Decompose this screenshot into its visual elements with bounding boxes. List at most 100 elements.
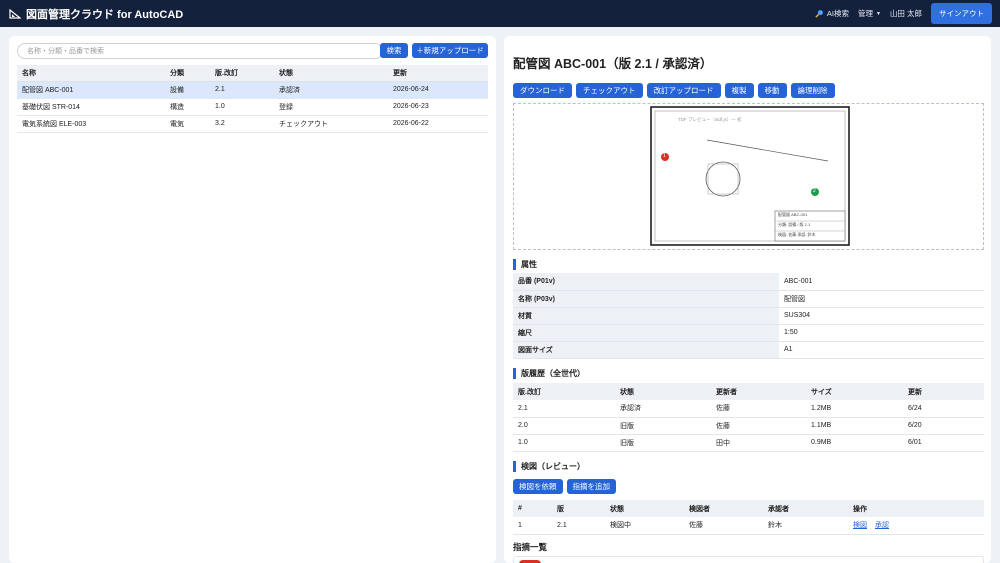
cell-updated: 2026-06-24	[388, 81, 488, 99]
user-name: 山田 太郎	[890, 8, 922, 19]
request-review-button[interactable]: 検図を依頼	[513, 479, 563, 494]
admin-menu-label: 管理	[857, 9, 873, 18]
attribute-key: 品番 (P01v)	[513, 273, 779, 291]
download-button[interactable]: ダウンロード	[513, 83, 572, 98]
drawing-preview[interactable]: TDF プレビュー（stdf.js）― 初 1 2 配管図 ABC-001 分類…	[513, 103, 984, 250]
table-row[interactable]: 2.1 承認済 佐藤 1.2MB 6/24	[513, 400, 984, 418]
checkout-button[interactable]: チェックアウト	[576, 83, 643, 98]
cell-updated: 2026-06-22	[388, 115, 488, 133]
cell-updated: 2026-06-23	[388, 98, 488, 116]
drawing-detail-panel: 配管図 ABC-001（版 2.1 / 承認済） ダウンロード チェックアウト …	[504, 36, 991, 563]
review-toolbar: 検図を依頼 指摘を追加	[513, 479, 620, 494]
ai-search-link[interactable]: AI検索	[815, 8, 849, 19]
add-finding-button[interactable]: 指摘を追加	[566, 479, 616, 494]
history-col-date: 更新	[903, 383, 984, 400]
column-header-category[interactable]: 分類	[165, 65, 210, 82]
review-approver: 鈴木	[763, 517, 848, 535]
titleblock-line: 検図: 佐藤 承認: 鈴木	[778, 232, 816, 237]
history-date: 6/20	[903, 417, 984, 435]
search-button[interactable]: 検索	[380, 43, 408, 58]
table-row[interactable]: 電気系統図 ELE-003 電気 3.2 チェックアウト 2026-06-22	[17, 115, 488, 133]
cell-version: 2.1	[210, 81, 274, 99]
review-link[interactable]: 検図	[853, 522, 867, 529]
review-reviewer: 佐藤	[684, 517, 763, 535]
attribute-key: 材質	[513, 307, 779, 325]
review-marker-2[interactable]: 2	[813, 188, 816, 194]
logical-delete-button[interactable]: 論理削除	[790, 83, 835, 98]
approve-link[interactable]: 承認	[875, 522, 889, 529]
attributes-table: 品番 (P01v) ABC-001 名称 (P03v) 配管図 材質 SUS304 縮…	[513, 273, 984, 359]
cell-version: 3.2	[210, 115, 274, 133]
table-header-row: 名称 分類 版.改訂 状態 更新	[17, 65, 488, 82]
app-title: 図面管理クラウド for AutoCAD	[26, 8, 184, 21]
move-button[interactable]: 移動	[757, 83, 787, 98]
attribute-key: 図面サイズ	[513, 341, 779, 359]
review-header-row: # 版 状態 検図者 承認者 操作	[513, 500, 984, 517]
history-size: 1.2MB	[806, 400, 903, 418]
review-table: # 版 状態 検図者 承認者 操作 1 2.1 検図中 佐藤 鈴木 検図 承認	[513, 500, 984, 535]
user-name-label: 山田 太郎	[889, 9, 922, 18]
history-user: 佐藤	[711, 417, 806, 435]
cell-category: 設備	[165, 81, 210, 99]
review-col-operation: 操作	[848, 500, 984, 517]
attribute-key: 名称 (P03v)	[513, 290, 779, 308]
table-row: 1 2.1 検図中 佐藤 鈴木 検図 承認	[513, 517, 984, 535]
finding-item[interactable]	[513, 556, 984, 563]
app-header: 図面管理クラウド for AutoCAD AI検索 管理 ▼ 山田 太郎 サイン…	[0, 0, 1000, 27]
history-col-version: 版.改訂	[513, 383, 615, 400]
sign-out-button[interactable]: サインアウト	[931, 3, 992, 24]
history-size: 1.1MB	[806, 417, 903, 435]
table-row[interactable]: 1.0 旧版 田中 0.9MB 6/01	[513, 434, 984, 452]
table-row[interactable]: 配管図 ABC-001 設備 2.1 承認済 2026-06-24	[17, 81, 488, 99]
history-col-user: 更新者	[711, 383, 806, 400]
review-col-approver: 承認者	[763, 500, 848, 517]
titleblock-line: 配管図 ABC-001	[778, 212, 808, 217]
table-row[interactable]: 2.0 旧版 佐藤 1.1MB 6/20	[513, 417, 984, 435]
column-header-version[interactable]: 版.改訂	[210, 65, 274, 82]
review-heading: 検図（レビュー）	[513, 461, 585, 472]
drawing-list-panel: 名称・分類・品番で検索 検索 ＋新規アップロード 名称 分類 版.改訂 状態 更…	[9, 36, 496, 563]
app-brand[interactable]: 図面管理クラウド for AutoCAD	[9, 6, 183, 22]
attribute-row: 名称 (P03v) 配管図	[513, 290, 984, 308]
new-upload-button[interactable]: ＋新規アップロード	[412, 43, 488, 58]
attribute-row: 品番 (P01v) ABC-001	[513, 273, 984, 291]
search-input[interactable]: 名称・分類・品番で検索	[17, 43, 383, 59]
review-status: 検図中	[605, 517, 684, 535]
history-date: 6/01	[903, 434, 984, 452]
revision-upload-button[interactable]: 改訂アップロード	[646, 83, 721, 98]
cell-name: 電気系統図 ELE-003	[17, 115, 165, 133]
history-status: 旧版	[615, 434, 711, 452]
ai-search-label: AI検索	[826, 9, 849, 18]
history-user: 佐藤	[711, 400, 806, 418]
column-header-name[interactable]: 名称	[17, 65, 165, 82]
attribute-row: 材質 SUS304	[513, 307, 984, 325]
column-header-status[interactable]: 状態	[274, 65, 388, 82]
drawing-canvas	[650, 106, 850, 246]
history-status: 承認済	[615, 400, 711, 418]
attributes-heading: 属性	[513, 259, 537, 270]
history-date: 6/24	[903, 400, 984, 418]
cell-version: 1.0	[210, 98, 274, 116]
history-size: 0.9MB	[806, 434, 903, 452]
admin-menu[interactable]: 管理 ▼	[858, 8, 881, 19]
attribute-value: SUS304	[779, 307, 984, 325]
preview-caption: TDF プレビュー（stdf.js）― 初	[678, 117, 742, 122]
review-marker-1[interactable]: 1	[663, 153, 666, 159]
column-header-updated[interactable]: 更新	[388, 65, 488, 82]
attribute-row: 図面サイズ A1	[513, 341, 984, 359]
review-col-no: #	[513, 500, 552, 517]
review-operations: 検図 承認	[848, 517, 984, 535]
history-user: 田中	[711, 434, 806, 452]
version-history-table: 版.改訂 状態 更新者 サイズ 更新 2.1 承認済 佐藤 1.2MB 6/24…	[513, 383, 984, 452]
findings-heading: 指摘一覧	[513, 542, 548, 552]
duplicate-button[interactable]: 複製	[724, 83, 754, 98]
drawing-table: 名称 分類 版.改訂 状態 更新 配管図 ABC-001 設備 2.1 承認済 …	[17, 65, 488, 133]
review-col-status: 状態	[605, 500, 684, 517]
attribute-value: A1	[779, 341, 984, 359]
review-col-version: 版	[552, 500, 605, 517]
table-row[interactable]: 基礎伏図 STR-014 構造 1.0 登録 2026-06-23	[17, 98, 488, 116]
cell-category: 電気	[165, 115, 210, 133]
history-header-row: 版.改訂 状態 更新者 サイズ 更新	[513, 383, 984, 400]
cell-status: 登録	[274, 98, 388, 116]
caret-down-icon: ▼	[875, 10, 881, 17]
